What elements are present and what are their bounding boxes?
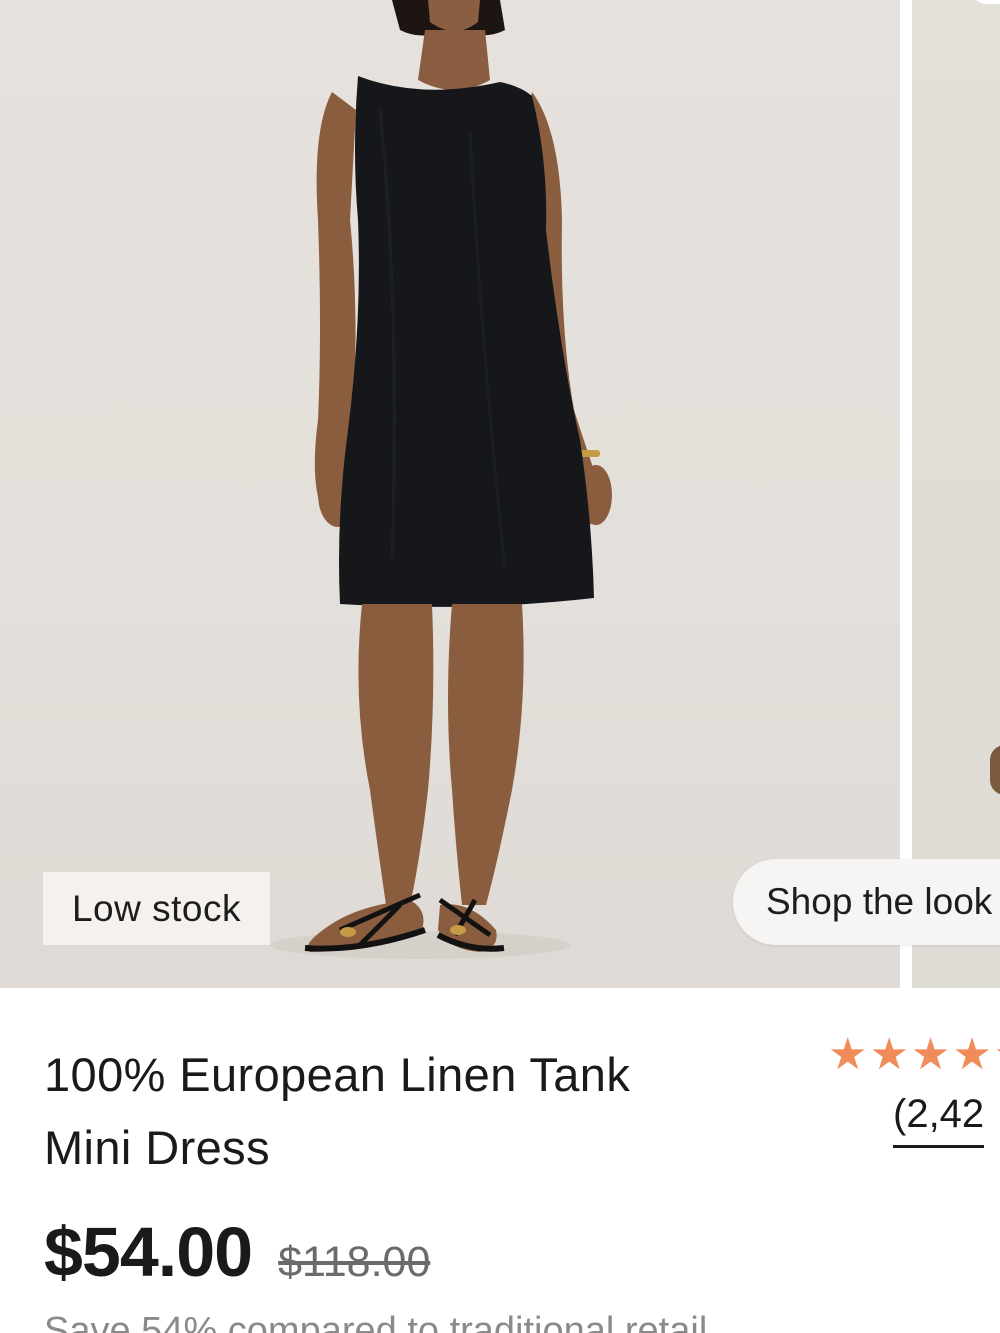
low-stock-label: Low stock bbox=[71, 887, 241, 929]
next-image-detail bbox=[990, 745, 1000, 795]
star-icon: ★ bbox=[910, 1030, 951, 1079]
price-row: $54.00 $118.00 bbox=[44, 1212, 430, 1292]
star-icon: ★ bbox=[828, 1030, 868, 1079]
image-carousel[interactable]: Low stock Shop the look bbox=[0, 0, 1000, 988]
savings-note: Save 54% compared to traditional retail bbox=[44, 1310, 708, 1333]
star-rating[interactable]: ★ ★ ★ ★ ★ bbox=[828, 1030, 1000, 1080]
next-product-image[interactable] bbox=[912, 0, 1000, 988]
review-count-link[interactable]: (2,42 bbox=[893, 1092, 985, 1148]
shop-the-look-button[interactable]: Shop the look bbox=[733, 859, 1000, 945]
product-title-line-2: Mini Dress bbox=[44, 1121, 270, 1174]
product-title-line-1: 100% European Linen Tank bbox=[44, 1048, 631, 1101]
product-page: Low stock Shop the look 100% European Li… bbox=[0, 0, 1000, 1333]
low-stock-badge: Low stock bbox=[43, 872, 270, 945]
star-icon: ★ bbox=[994, 1030, 1000, 1080]
star-icon: ★ bbox=[952, 1030, 992, 1079]
star-icon: ★ bbox=[869, 1030, 909, 1079]
model-photo bbox=[270, 0, 612, 959]
product-image[interactable]: Low stock bbox=[0, 0, 900, 988]
original-price: $118.00 bbox=[278, 1238, 431, 1286]
current-price: $54.00 bbox=[44, 1213, 253, 1291]
shop-the-look-label: Shop the look bbox=[766, 881, 993, 922]
product-title: 100% European Linen Tank Mini Dress bbox=[44, 1038, 724, 1184]
